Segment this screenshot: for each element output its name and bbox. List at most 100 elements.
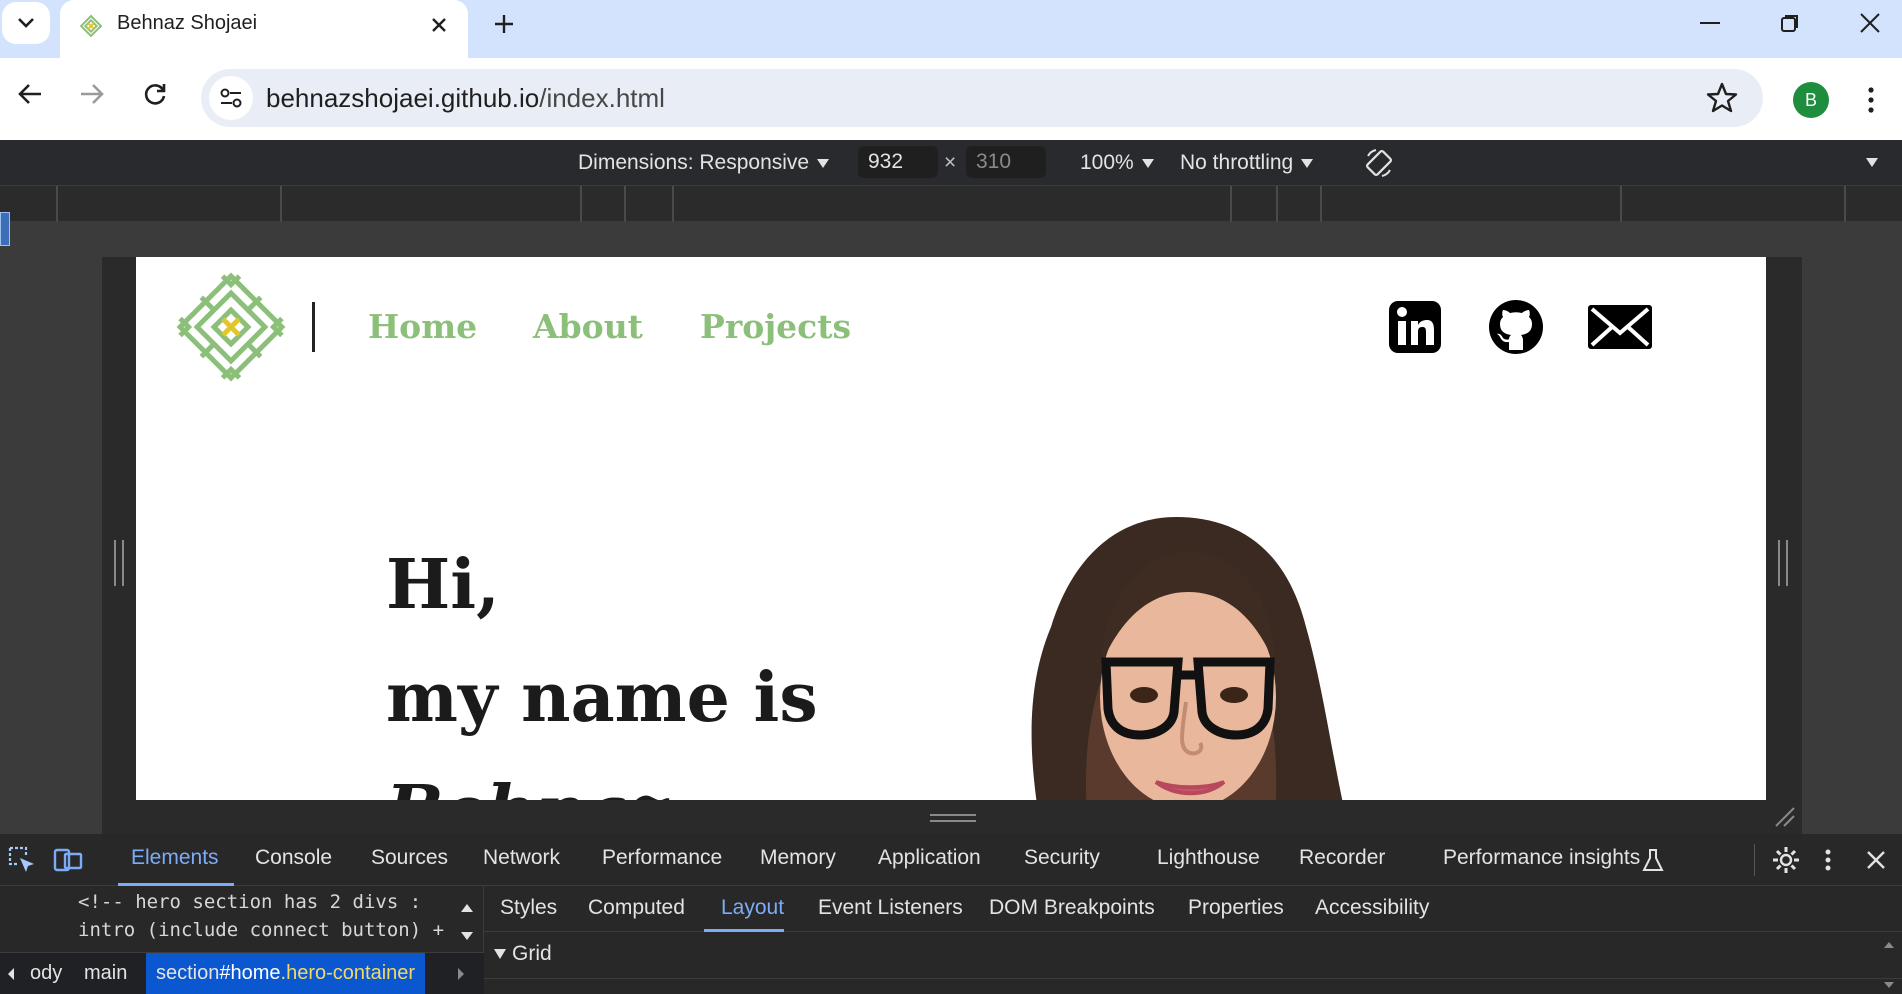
scroll-arrows-icon[interactable] <box>454 892 480 952</box>
pane-scroll-arrows-icon[interactable] <box>1882 936 1896 994</box>
browser-toolbar: behnazshojaei.github.io/index.html B <box>0 58 1902 140</box>
breadcrumb-tag: section <box>156 962 220 984</box>
breadcrumb-section-selected[interactable]: section#home.hero-container <box>146 953 426 994</box>
ruler-tick[interactable] <box>1276 186 1278 222</box>
media-query-ruler <box>0 186 1902 222</box>
grid-section-header[interactable]: Grid <box>494 942 552 966</box>
plus-icon <box>495 15 513 33</box>
mail-icon[interactable] <box>1586 299 1654 355</box>
tab-close-button[interactable] <box>422 8 456 42</box>
breadcrumb-class: .hero-container <box>280 962 416 984</box>
portrait-image <box>1031 517 1343 800</box>
corner-resize-icon[interactable] <box>1772 804 1796 828</box>
ruler-tick[interactable] <box>1230 186 1232 222</box>
hero-intro: Hi, my name is Behnaz <box>386 529 818 800</box>
subtab-event-listeners[interactable]: Event Listeners <box>818 896 963 920</box>
subtab-properties[interactable]: Properties <box>1188 896 1284 920</box>
nav-projects[interactable]: Projects <box>700 307 851 346</box>
ruler-tick[interactable] <box>280 186 282 222</box>
reload-icon <box>144 84 166 105</box>
tab-application[interactable]: Application <box>878 846 981 870</box>
tab-title: Behnaz Shojaei <box>117 12 258 34</box>
subtab-dom-breakpoints[interactable]: DOM Breakpoints <box>989 896 1155 920</box>
tab-performance[interactable]: Performance <box>602 846 722 870</box>
tab-list-button[interactable] <box>2 2 50 44</box>
left-resize-handle[interactable] <box>114 540 124 586</box>
url-path: /index.html <box>539 83 665 113</box>
zoom-label: 100% <box>1080 151 1134 174</box>
star-icon[interactable] <box>1705 81 1739 115</box>
window-close-button[interactable] <box>1830 0 1902 46</box>
close-icon <box>432 18 446 32</box>
subtab-accessibility[interactable]: Accessibility <box>1315 896 1429 920</box>
caret-down-icon <box>1141 158 1154 168</box>
devtools-panel: Elements Console Sources Network Perform… <box>0 834 1902 994</box>
minimize-button[interactable] <box>1670 0 1750 46</box>
scroll-left-icon[interactable] <box>6 967 16 981</box>
forward-icon <box>81 84 104 104</box>
ruler-tick[interactable] <box>624 186 626 222</box>
grid-section-label: Grid <box>512 942 552 965</box>
ruler-tick[interactable] <box>56 186 58 222</box>
subtab-layout[interactable]: Layout <box>721 896 784 920</box>
subtab-styles[interactable]: Styles <box>500 896 557 920</box>
browser-tab[interactable]: Behnaz Shojaei <box>60 0 468 58</box>
forward-button[interactable] <box>70 72 114 116</box>
github-icon[interactable] <box>1488 299 1544 355</box>
nav-home[interactable]: Home <box>368 307 477 346</box>
breadcrumb-main[interactable]: main <box>84 962 127 985</box>
tab-sources[interactable]: Sources <box>371 846 448 870</box>
ruler-tick[interactable] <box>1620 186 1622 222</box>
dom-tree-comment[interactable]: <!-- hero section has 2 divs : intro (in… <box>78 888 444 944</box>
linkedin-icon[interactable] <box>1387 299 1443 355</box>
width-input[interactable]: 932 <box>858 146 938 178</box>
reload-button[interactable] <box>133 72 177 116</box>
ruler-tick[interactable] <box>1844 186 1846 222</box>
site-info-button[interactable] <box>209 76 253 120</box>
logo-icon[interactable] <box>171 267 291 387</box>
hero-line-name-intro: my name is <box>386 658 818 738</box>
scroll-right-icon[interactable] <box>456 967 466 981</box>
gear-icon[interactable] <box>1770 844 1802 876</box>
right-resize-handle[interactable] <box>1778 540 1788 586</box>
back-icon <box>18 84 41 104</box>
tab-memory[interactable]: Memory <box>760 846 836 870</box>
kebab-menu-icon[interactable] <box>1822 844 1834 876</box>
breadcrumb-body[interactable]: ody <box>30 962 62 985</box>
new-tab-button[interactable] <box>484 4 524 44</box>
url-host: behnazshojaei.github.io <box>266 83 540 113</box>
tab-performance-insights[interactable]: Performance insights <box>1443 846 1640 870</box>
restore-button[interactable] <box>1750 0 1830 46</box>
bottom-resize-handle[interactable] <box>930 814 976 822</box>
devtools-tab-bar: Elements Console Sources Network Perform… <box>0 834 1902 886</box>
tab-security[interactable]: Security <box>1024 846 1100 870</box>
throttling-label: No throttling <box>1180 151 1294 174</box>
ruler-tick[interactable] <box>580 186 582 222</box>
profile-avatar[interactable]: B <box>1793 82 1829 118</box>
tab-recorder[interactable]: Recorder <box>1299 846 1385 870</box>
subtab-computed[interactable]: Computed <box>588 896 685 920</box>
back-button[interactable] <box>8 72 52 116</box>
minimize-icon <box>1700 22 1720 24</box>
nav-about[interactable]: About <box>533 307 643 346</box>
throttling-dropdown[interactable]: No throttling <box>1180 151 1314 175</box>
elements-tree-pane: <!-- hero section has 2 divs : intro (in… <box>0 886 484 994</box>
tab-network[interactable]: Network <box>483 846 560 870</box>
restore-icon <box>1781 15 1798 32</box>
browser-menu-button[interactable] <box>1856 78 1886 122</box>
tab-elements[interactable]: Elements <box>131 846 219 870</box>
more-options-icon[interactable] <box>1866 158 1878 167</box>
height-input[interactable]: 310 <box>966 146 1046 178</box>
kebab-menu-icon <box>1868 87 1874 113</box>
ruler-tick[interactable] <box>1320 186 1322 222</box>
inspect-element-icon[interactable] <box>6 844 38 876</box>
device-toggle-icon[interactable] <box>52 844 84 876</box>
rotate-icon[interactable] <box>1362 146 1396 180</box>
address-bar[interactable]: behnazshojaei.github.io/index.html <box>201 69 1763 127</box>
dimensions-dropdown[interactable]: Dimensions: Responsive <box>578 151 830 175</box>
zoom-dropdown[interactable]: 100% <box>1080 151 1154 175</box>
ruler-tick[interactable] <box>672 186 674 222</box>
tab-lighthouse[interactable]: Lighthouse <box>1157 846 1260 870</box>
close-devtools-icon[interactable] <box>1864 844 1888 876</box>
tab-console[interactable]: Console <box>255 846 332 870</box>
